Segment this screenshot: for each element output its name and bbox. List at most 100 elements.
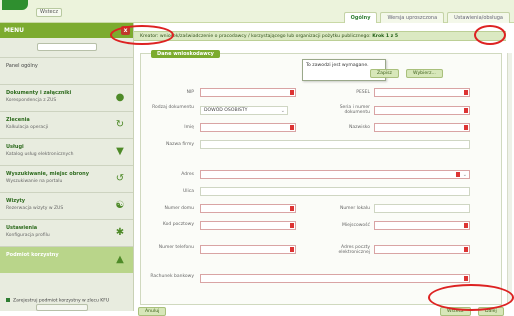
sidebar-item-wizyty[interactable]: Wizyty Rezerwacja wizyty w ZUS ☯ [0,192,133,219]
user-icon: ▲ [116,254,124,265]
document-type-label: Rodzaj dokumentu [152,105,194,110]
sidebar-item-label: Wyszukiwanie, miejsc obrony [6,171,90,177]
house-number-label: Numer domu [164,206,195,211]
city-field[interactable] [374,221,470,230]
address-label: Adres [181,172,194,177]
pesel-label: PESEL [356,90,370,95]
company-name-label: Nazwa firmy [165,142,194,147]
tab-uproszczona[interactable]: Wersja uproszczona [380,12,445,23]
main-content: Kreator: wniosek/zaświadczenie o pracoda… [134,23,514,316]
sidebar-item-label: Usługi [6,144,24,150]
sidebar-item-sub: Katalog usług elektronicznych [6,152,74,157]
filter-icon: ▼ [116,146,124,157]
last-name-label: Nazwisko [349,125,370,130]
sidebar-item-sub: Rezerwacja wizyty w ZUS [6,206,64,211]
menu-label: MENU [4,27,24,34]
sidebar-footer-text: Zarejestruj podmiot korzystny w zlecu KF… [13,298,110,303]
required-marker [464,247,468,252]
required-marker [290,223,294,228]
sync-icon: ↺ [115,173,125,184]
required-marker [464,276,468,281]
gear-icon: ✱ [115,227,125,238]
required-marker [464,223,468,228]
sidebar-item-dokumenty[interactable]: Dokumenty i załączniki Korespondencja z … [0,84,133,111]
sidebar-footer-button[interactable] [36,304,88,311]
nip-field[interactable] [200,88,296,97]
sidebar-item-label: Dokumenty i załączniki [6,90,72,96]
phone-field[interactable] [200,245,296,254]
people-icon: ☯ [115,200,125,211]
sidebar-item-label: Podmiot korzystny [6,252,59,258]
sidebar-item-label: Ustawienia [6,225,38,231]
sidebar-item-sub: Korespondencja z ZUS [6,98,57,103]
document-number-field[interactable] [374,106,470,115]
sidebar-item-wyszukiwanie[interactable]: Wyszukiwanie, miejsc obrony Wyszukiwanie… [0,165,133,192]
save-button[interactable]: Zapisz [370,69,399,78]
bullet-icon [6,297,10,302]
back-step-button[interactable]: Wstecz [440,307,471,316]
wizard-bar: Kreator: wniosek/zaświadczenie o pracoda… [134,31,506,41]
next-button[interactable]: Dalej [478,307,504,316]
flat-number-label: Numer lokalu [339,206,370,211]
bank-account-field[interactable] [200,274,470,283]
scrollbar[interactable] [507,53,512,303]
sidebar-item-label: Panel ogólny [6,63,38,69]
postal-code-label: Kod pocztowy [162,222,194,227]
document-type-value: DOWÓD OSOBISTY [204,108,248,113]
choose-button[interactable]: Wybierz... [406,69,443,78]
sidebar-item-sub: Kalkulacja operacji [6,125,49,130]
email-label: Adres poczty elektronicznej [338,245,370,255]
sidebar-footer[interactable]: Zarejestruj podmiot korzystny w zlecu KF… [6,297,126,303]
tab-ustawienia[interactable]: Ustawienia/obsługa [447,12,510,23]
first-name-field[interactable] [200,123,296,132]
chevron-down-icon: ⌄ [462,172,467,178]
wizard-text: Kreator: wniosek/zaświadczenie o pracoda… [140,34,371,39]
required-marker [290,206,294,211]
sidebar-item-ustawienia[interactable]: Ustawienia Konfiguracja profilu ✱ [0,219,133,246]
document-type-select[interactable]: DOWÓD OSOBISTY ⌄ [200,106,288,115]
sidebar-item-sub: Wyszukiwanie na portalu [6,179,63,184]
chevron-down-icon: ⌄ [280,108,285,114]
postal-code-field[interactable] [200,221,296,230]
pesel-field[interactable] [374,88,470,97]
search-input[interactable] [36,43,97,51]
required-marker [464,90,468,95]
chat-bubble-icon: ● [115,92,125,103]
logo [2,0,28,10]
company-name-field[interactable] [200,140,470,149]
cancel-button[interactable]: Anuluj [138,307,167,316]
first-name-label: Imię [184,125,194,130]
sidebar-item-label: Wizyty [6,198,26,204]
sidebar-item-podmiot[interactable]: Podmiot korzystny ▲ [0,246,133,273]
tab-ogolny[interactable]: Ogólny [343,12,378,23]
document-number-label: Seria i numer dokumentu [339,105,370,115]
required-marker [290,90,294,95]
required-marker [290,247,294,252]
street-label: Ulica [182,189,194,194]
house-number-field[interactable] [200,204,296,213]
refresh-icon: ↻ [115,119,125,130]
last-name-field[interactable] [374,123,470,132]
email-field[interactable] [374,245,470,254]
tab-bar: Ogólny Wersja uproszczona Ustawienia/obs… [343,12,510,23]
sidebar-item-uslugi[interactable]: Usługi Katalog usług elektronicznych ▼ [0,138,133,165]
back-button[interactable]: Wstecz [36,8,62,17]
top-bar: Wstecz Ogólny Wersja uproszczona Ustawie… [0,0,514,23]
sidebar-item-panel[interactable]: Panel ogólny [0,57,133,84]
city-label: Miejscowość [342,223,370,228]
flat-number-field[interactable] [374,204,470,213]
panel-title: Dane wnioskodawcy [151,50,220,58]
sidebar: MENU x Panel ogólny Dokumenty i załączni… [0,23,134,311]
required-marker [464,108,468,113]
nip-label: NIP [186,90,194,95]
phone-label: Numer telefonu [158,245,194,250]
address-field[interactable]: ⌄ [200,170,470,179]
required-marker [456,172,460,177]
required-marker [290,125,294,130]
sidebar-item-label: Zlecenia [6,117,30,123]
bank-account-label: Rachunek bankowy [150,274,194,279]
wizard-step: Krok 1 z 5 [372,34,399,39]
close-icon[interactable]: x [121,26,130,35]
sidebar-item-zlecenia[interactable]: Zlecenia Kalkulacja operacji ↻ [0,111,133,138]
street-field[interactable] [200,187,470,196]
